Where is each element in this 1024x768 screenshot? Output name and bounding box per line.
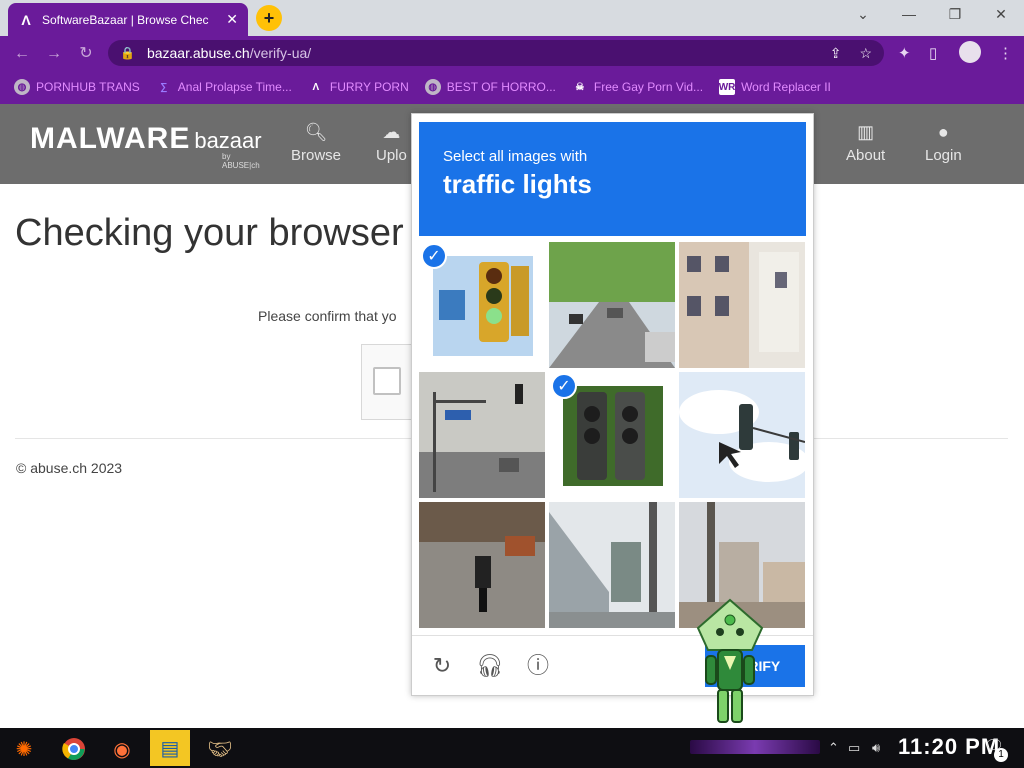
browser-toolbar: ← → ↻ 🔒 bazaar.abuse.ch/verify-ua/ ⇪ ☆ ✦… [0,36,1024,70]
lambda-icon: Λ [312,81,320,93]
browser-tabstrip: Λ SoftwareBazaar | Browse Chec ✕ + ⌄ — ❐… [0,0,1024,36]
profile-avatar-icon[interactable] [959,41,981,63]
taskbar: ✺ ◉ ▤ 🤝︎ ⌃ ▭ 🔊︎ 11:20 PM 🗨︎ 1 [0,728,1024,768]
handshake-icon[interactable]: 🤝︎ [200,732,240,766]
bookmark-item[interactable]: ◍ PORNHUB TRANS [14,79,140,95]
close-window-icon[interactable]: ✕ [978,6,1024,26]
lambda-icon: Λ [21,11,31,28]
captcha-tile-6[interactable] [679,372,805,498]
extensions-puzzle-icon[interactable]: ✦ [898,44,911,62]
file-explorer-icon[interactable]: ▤ [150,730,190,766]
firefox-icon[interactable]: ◉ [102,732,142,766]
confirm-text: Please confirm that yo [258,308,397,324]
captcha-prompt-line1: Select all images with [443,148,588,165]
notification-badge: 1 [994,748,1008,762]
nav-about[interactable]: ▥ About [846,122,885,164]
network-icon[interactable]: ▭ [848,740,860,756]
url-path: /verify-ua/ [249,45,312,61]
bookmark-item[interactable]: ◍ BEST OF HORRO... [424,79,556,95]
taskbar-decoration [690,740,820,754]
motorcycle-road-image [419,502,545,628]
minimize-icon[interactable]: — [886,6,932,26]
start-button-icon[interactable]: ✺ [4,732,44,766]
tab-title: SoftwareBazaar | Browse Chec [42,12,209,27]
lock-icon: 🔒 [120,46,135,60]
captcha-prompt: Select all images with traffic lights [419,122,806,236]
chrome-icon[interactable] [54,732,94,766]
globe-icon: ◍ [14,79,30,95]
mascot-character-image [696,598,764,723]
nav-upload[interactable]: ☁ Uplo [376,122,407,164]
captcha-tile-4[interactable] [419,372,545,498]
bracket-icon: ∑ [160,81,168,93]
building-icon: ▥ [857,122,875,142]
overpass-street-image [549,502,675,628]
url-host: bazaar.abuse.ch [146,45,250,61]
new-tab-button[interactable]: + [256,5,282,31]
captcha-checkbox[interactable] [373,367,401,395]
nav-login[interactable]: ● Login [925,122,962,164]
building-corner-image [679,242,805,368]
maximize-icon[interactable]: ❐ [932,6,978,26]
tile-selected-check-icon: ✓ [551,373,577,399]
street-with-trees-image [549,242,675,368]
nav-browse[interactable]: 🔍︎ Browse [291,122,341,164]
copyright-text: © abuse.ch 2023 [16,460,123,476]
upload-icon: ☁ [382,122,401,142]
address-bar[interactable]: 🔒 bazaar.abuse.ch/verify-ua/ ⇪ ☆ [108,40,884,66]
browser-tab-active[interactable]: Λ SoftwareBazaar | Browse Chec ✕ [8,3,248,36]
side-panel-icon[interactable]: ▯ [929,44,937,62]
captcha-tile-2[interactable] [549,242,675,368]
captcha-tile-3[interactable] [679,242,805,368]
captcha-prompt-target: traffic lights [443,169,592,199]
chevron-up-icon[interactable]: ⌃ [828,740,839,756]
info-icon[interactable]: ⓘ [524,652,552,680]
back-arrow-icon[interactable]: ← [12,44,32,64]
captcha-tile-7[interactable] [419,502,545,628]
volume-icon[interactable]: 🔊︎ [872,740,880,756]
menu-kebab-icon[interactable]: ⋮ [998,44,1013,62]
globe-icon: ◍ [424,79,441,95]
refresh-icon[interactable]: ↻ [428,652,456,680]
reload-icon[interactable]: ↻ [76,44,96,64]
bookmarks-bar: ◍ PORNHUB TRANS ∑ Anal Prolapse Time... ΛF… [0,70,1024,104]
star-icon[interactable]: ☆ [859,45,872,62]
tab-close-icon[interactable]: ✕ [226,11,238,28]
tile-selected-check-icon: ✓ [421,243,447,269]
traffic-light-sky-image [679,372,805,498]
headphones-icon[interactable]: 🎧︎ [476,652,504,680]
bookmark-item[interactable]: Λ FURRY PORN [308,79,409,95]
search-icon: 🔍︎ [304,122,328,142]
intersection-street-image [419,372,545,498]
bookmark-item[interactable]: WR Word Replacer II [719,79,831,95]
bookmark-item[interactable]: ☠ Free Gay Porn Vid... [572,79,703,95]
user-icon: ● [937,122,949,142]
site-logo[interactable]: MALWARE bazaar by ABUSE|ch [30,122,262,170]
wr-icon: WR [719,79,735,95]
bookmark-item[interactable]: ∑ Anal Prolapse Time... [156,79,292,95]
forward-arrow-icon[interactable]: → [44,44,64,64]
tab-search-icon[interactable]: ⌄ [840,6,886,26]
skull-icon: ☠ [575,81,585,93]
share-icon[interactable]: ⇪ [830,45,842,62]
captcha-tile-8[interactable] [549,502,675,628]
page-title: Checking your browser [15,212,404,254]
